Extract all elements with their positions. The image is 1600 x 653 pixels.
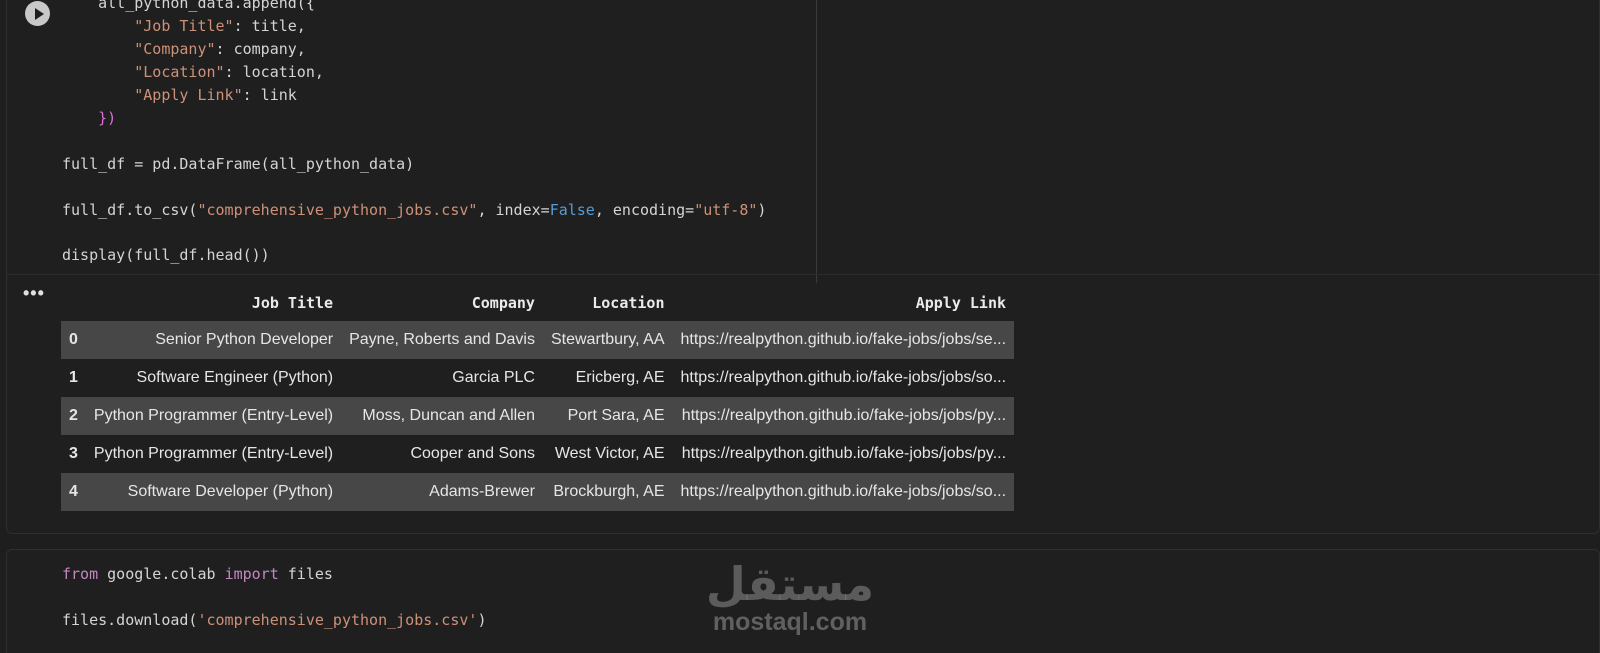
- code-text: google.colab: [98, 565, 225, 583]
- code-text: ): [477, 611, 487, 629]
- code-string: 'comprehensive_python_jobs.csv': [197, 611, 478, 629]
- code-line[interactable]: full_df = pd.DataFrame(all_python_data): [62, 154, 414, 174]
- cell-apply-link: https://realpython.github.io/fake-jobs/j…: [672, 321, 1015, 359]
- cell-apply-link: https://realpython.github.io/fake-jobs/j…: [672, 473, 1015, 511]
- play-icon: [34, 7, 44, 20]
- cell-apply-link: https://realpython.github.io/fake-jobs/j…: [672, 397, 1015, 435]
- row-index: 2: [61, 397, 86, 435]
- table-row: 2 Python Programmer (Entry-Level) Moss, …: [61, 397, 1015, 435]
- row-index: 4: [61, 473, 86, 511]
- output-separator: [7, 274, 1600, 275]
- dataframe-header-row: Job Title Company Location Apply Link: [61, 285, 1014, 321]
- cell-apply-link: https://realpython.github.io/fake-jobs/j…: [672, 359, 1015, 397]
- cell-apply-link: https://realpython.github.io/fake-jobs/j…: [672, 435, 1015, 473]
- code-line[interactable]: from google.colab import files: [62, 564, 333, 584]
- table-row: 1 Software Engineer (Python) Garcia PLC …: [61, 359, 1015, 397]
- table-row: 3 Python Programmer (Entry-Level) Cooper…: [61, 435, 1015, 473]
- table-row: 0 Senior Python Developer Payne, Roberts…: [61, 321, 1015, 359]
- cell-job-title: Senior Python Developer: [85, 321, 342, 359]
- code-boolean: False: [549, 201, 595, 219]
- code-text: files.download(: [62, 611, 198, 629]
- cell-location: Stewartbury, AA: [542, 321, 673, 359]
- code-keyword: import: [224, 565, 279, 583]
- cell-job-title: Python Programmer (Entry-Level): [85, 397, 342, 435]
- code-text: full_df.to_csv(: [62, 201, 198, 219]
- row-index: 0: [61, 321, 86, 359]
- cell-job-title: Software Engineer (Python): [85, 359, 342, 397]
- code-text: : company,: [215, 40, 306, 58]
- run-cell-button[interactable]: [25, 1, 50, 26]
- code-line[interactable]: files.download('comprehensive_python_job…: [62, 610, 486, 630]
- code-line[interactable]: "Company": company,: [62, 39, 306, 59]
- table-row: 4 Software Developer (Python) Adams-Brew…: [61, 473, 1015, 511]
- column-header: Apply Link: [915, 294, 1007, 312]
- code-text: : location,: [224, 63, 324, 81]
- cell-company: Moss, Duncan and Allen: [341, 397, 543, 435]
- code-text: files: [278, 565, 333, 583]
- index-header: [61, 285, 86, 321]
- code-text: all_python_data.append({: [62, 0, 315, 12]
- code-line[interactable]: all_python_data.append({: [62, 0, 315, 13]
- code-text: display(full_df.head()): [62, 246, 270, 264]
- more-horiz-icon[interactable]: •••: [23, 283, 45, 304]
- code-line[interactable]: full_df.to_csv("comprehensive_python_job…: [62, 200, 766, 220]
- code-string: "Location": [134, 63, 225, 81]
- code-text: , index=: [477, 201, 550, 219]
- cell-company: Adams-Brewer: [341, 473, 543, 511]
- code-string: "Apply Link": [134, 86, 243, 104]
- code-string: "Company": [134, 40, 216, 58]
- code-line[interactable]: }): [62, 108, 116, 128]
- column-header: Job Title: [251, 294, 334, 312]
- cell-location: Brockburgh, AE: [542, 473, 673, 511]
- column-header: Company: [471, 294, 535, 312]
- code-line[interactable]: "Apply Link": link: [62, 85, 297, 105]
- code-text: : title,: [233, 17, 306, 35]
- code-line[interactable]: "Location": location,: [62, 62, 324, 82]
- code-string: "Job Title": [134, 17, 234, 35]
- row-index: 1: [61, 359, 86, 397]
- cell-location: Ericberg, AE: [542, 359, 673, 397]
- code-cell-2[interactable]: from google.colab import files files.dow…: [6, 549, 1600, 653]
- code-text: ): [757, 201, 767, 219]
- cell-company: Cooper and Sons: [341, 435, 543, 473]
- row-index: 3: [61, 435, 86, 473]
- cell-job-title: Software Developer (Python): [85, 473, 342, 511]
- code-text: : link: [242, 86, 297, 104]
- code-string: "comprehensive_python_jobs.csv": [197, 201, 478, 219]
- code-text: }): [62, 109, 117, 127]
- cell-company: Garcia PLC: [341, 359, 543, 397]
- cell-job-title: Python Programmer (Entry-Level): [85, 435, 342, 473]
- code-text: , encoding=: [594, 201, 695, 219]
- cell-company: Payne, Roberts and Davis: [341, 321, 543, 359]
- editor-divider: [816, 0, 817, 283]
- code-text: full_df = pd.DataFrame(all_python_data): [62, 155, 415, 173]
- code-line[interactable]: display(full_df.head()): [62, 245, 270, 265]
- code-line[interactable]: "Job Title": title,: [62, 16, 306, 36]
- cell-location: Port Sara, AE: [542, 397, 673, 435]
- dataframe-output: Job Title Company Location Apply Link 0 …: [61, 285, 1015, 511]
- code-keyword: from: [62, 565, 99, 583]
- column-header: Location: [592, 294, 665, 312]
- cell-location: West Victor, AE: [542, 435, 673, 473]
- code-cell-1[interactable]: all_python_data.append({ "Job Title": ti…: [6, 0, 1600, 534]
- code-string: "utf-8": [694, 201, 758, 219]
